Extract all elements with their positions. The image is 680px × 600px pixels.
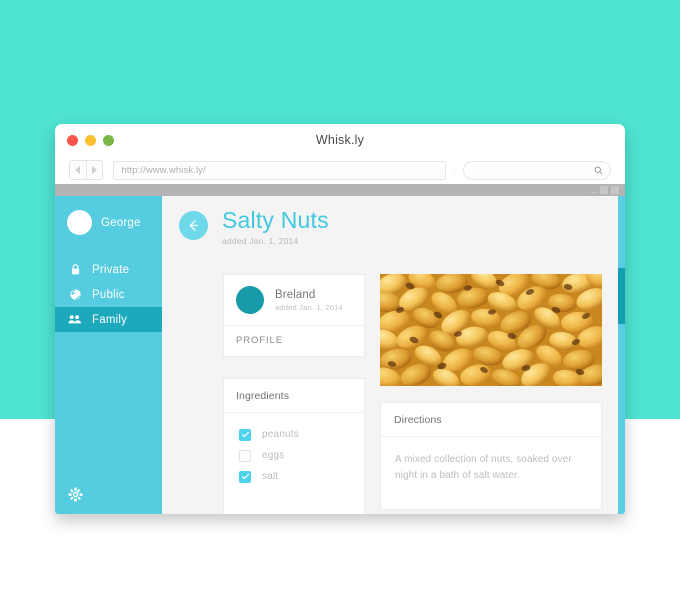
back-button[interactable]	[179, 211, 208, 240]
window-title: Whisk.ly	[315, 133, 365, 147]
ingredient-label: salt	[262, 471, 279, 482]
list-item[interactable]: eggs	[224, 445, 364, 466]
browser-window: Whisk.ly http://www.whisk.ly/ · George P…	[55, 124, 625, 514]
ingredient-label: peanuts	[262, 429, 299, 440]
list-item[interactable]: salt	[224, 466, 364, 487]
profile-card-header: Breland added Jan. 1, 2014	[224, 275, 364, 325]
page-subtitle: added Jan. 1, 2014	[222, 235, 299, 246]
url-text: http://www.whisk.ly/	[121, 164, 206, 176]
scrollbar-thumb[interactable]	[618, 268, 625, 324]
main-content-panel: Salty Nuts added Jan. 1, 2014 Breland ad…	[162, 196, 625, 514]
toolbar-separator: ·	[453, 164, 457, 176]
directions-title: Directions	[381, 403, 601, 437]
sidebar-item-family-label: Family	[92, 313, 128, 326]
sidebar-item-family[interactable]: Family	[55, 307, 162, 332]
search-input[interactable]	[463, 160, 611, 180]
vertical-scrollbar[interactable]	[618, 196, 625, 514]
inner-maximize-icon[interactable]	[600, 186, 608, 194]
people-icon	[68, 313, 82, 327]
page-header: Salty Nuts added Jan. 1, 2014	[179, 208, 329, 246]
sidebar-user[interactable]: George	[55, 196, 162, 235]
sidebar-item-private-label: Private	[92, 263, 130, 276]
profile-meta: Breland added Jan. 1, 2014	[275, 289, 343, 312]
recipe-photo	[380, 274, 602, 386]
sidebar-nav-list: Private Public Family	[55, 257, 162, 332]
inner-app-titlebar	[55, 184, 625, 196]
lock-icon	[68, 263, 82, 277]
sidebar-item-public-label: Public	[92, 288, 125, 301]
page-title-block: Salty Nuts added Jan. 1, 2014	[222, 208, 329, 246]
inner-minimize-icon[interactable]	[591, 192, 597, 193]
globe-icon	[68, 288, 82, 302]
ingredients-title: Ingredients	[224, 379, 364, 413]
directions-body: A mixed collection of nuts, soaked over …	[395, 454, 572, 481]
triangle-right-icon	[92, 166, 97, 174]
url-input[interactable]: http://www.whisk.ly/	[113, 160, 447, 180]
sidebar-item-public[interactable]: Public	[55, 282, 162, 307]
left-column: Breland added Jan. 1, 2014 PROFILE Ingre…	[223, 274, 365, 514]
profile-card: Breland added Jan. 1, 2014 PROFILE	[223, 274, 365, 357]
page-stage: Whisk.ly http://www.whisk.ly/ · George P…	[0, 0, 680, 600]
sidebar-item-private[interactable]: Private	[55, 257, 162, 282]
back-nav-button[interactable]	[70, 161, 86, 179]
check-icon	[241, 473, 249, 480]
profile-date: added Jan. 1, 2014	[275, 302, 343, 312]
ingredient-checkbox[interactable]	[239, 428, 251, 441]
sidebar: George Private Public Family	[55, 196, 162, 514]
gear-icon[interactable]	[68, 487, 83, 502]
magnifier-icon	[594, 166, 603, 175]
profile-button[interactable]: PROFILE	[224, 325, 364, 356]
inner-close-icon[interactable]	[611, 186, 619, 194]
sidebar-user-name: George	[101, 216, 141, 229]
list-item[interactable]: peanuts	[224, 424, 364, 445]
ingredients-card: Ingredients peanuts eggs salt	[223, 378, 365, 514]
user-avatar	[67, 210, 92, 235]
triangle-left-icon	[75, 166, 81, 174]
navigation-buttons	[69, 160, 104, 180]
inner-window-controls	[591, 186, 619, 194]
avatar	[236, 286, 264, 314]
ingredient-label: eggs	[262, 450, 285, 461]
browser-toolbar: http://www.whisk.ly/ ·	[55, 156, 625, 184]
recipe-photo-graphic	[380, 274, 602, 386]
directions-card: Directions A mixed collection of nuts, s…	[380, 402, 602, 510]
check-icon	[241, 431, 249, 438]
right-column: Directions A mixed collection of nuts, s…	[380, 274, 602, 510]
arrow-left-icon	[189, 220, 198, 231]
ingredient-checkbox[interactable]	[239, 449, 251, 462]
page-title: Salty Nuts	[222, 207, 329, 233]
forward-nav-button[interactable]	[85, 161, 103, 179]
ingredients-list: peanuts eggs salt	[224, 413, 364, 487]
app-body: George Private Public Family Salty Nuts …	[55, 196, 625, 514]
ingredient-checkbox[interactable]	[239, 470, 251, 483]
browser-titlebar: Whisk.ly	[55, 124, 625, 156]
profile-name: Breland	[275, 288, 316, 301]
